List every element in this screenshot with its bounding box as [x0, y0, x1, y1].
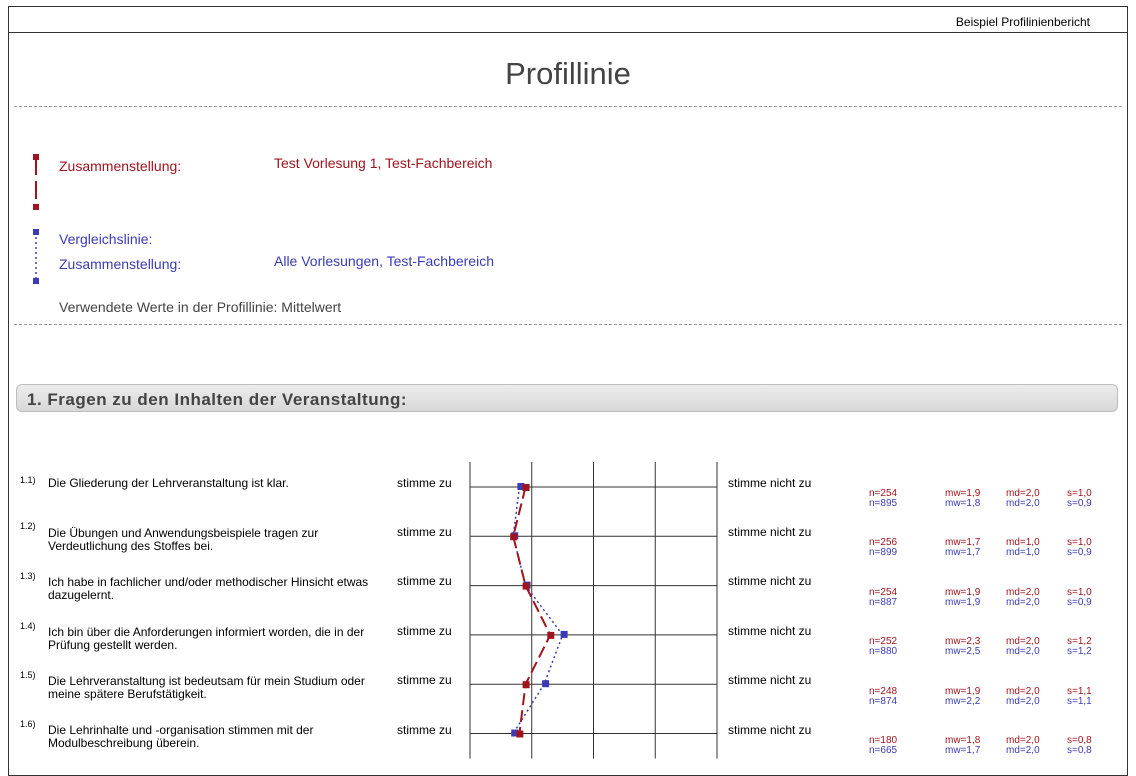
compare-data-point [560, 630, 568, 638]
main-data-point [516, 730, 524, 738]
main-data-point [547, 631, 555, 639]
compare-data-point [542, 680, 550, 688]
main-data-point [522, 681, 530, 689]
profile-line-chart [469, 462, 718, 759]
main-data-point [522, 484, 530, 491]
main-data-point [522, 582, 530, 590]
main-data-point [510, 533, 518, 541]
